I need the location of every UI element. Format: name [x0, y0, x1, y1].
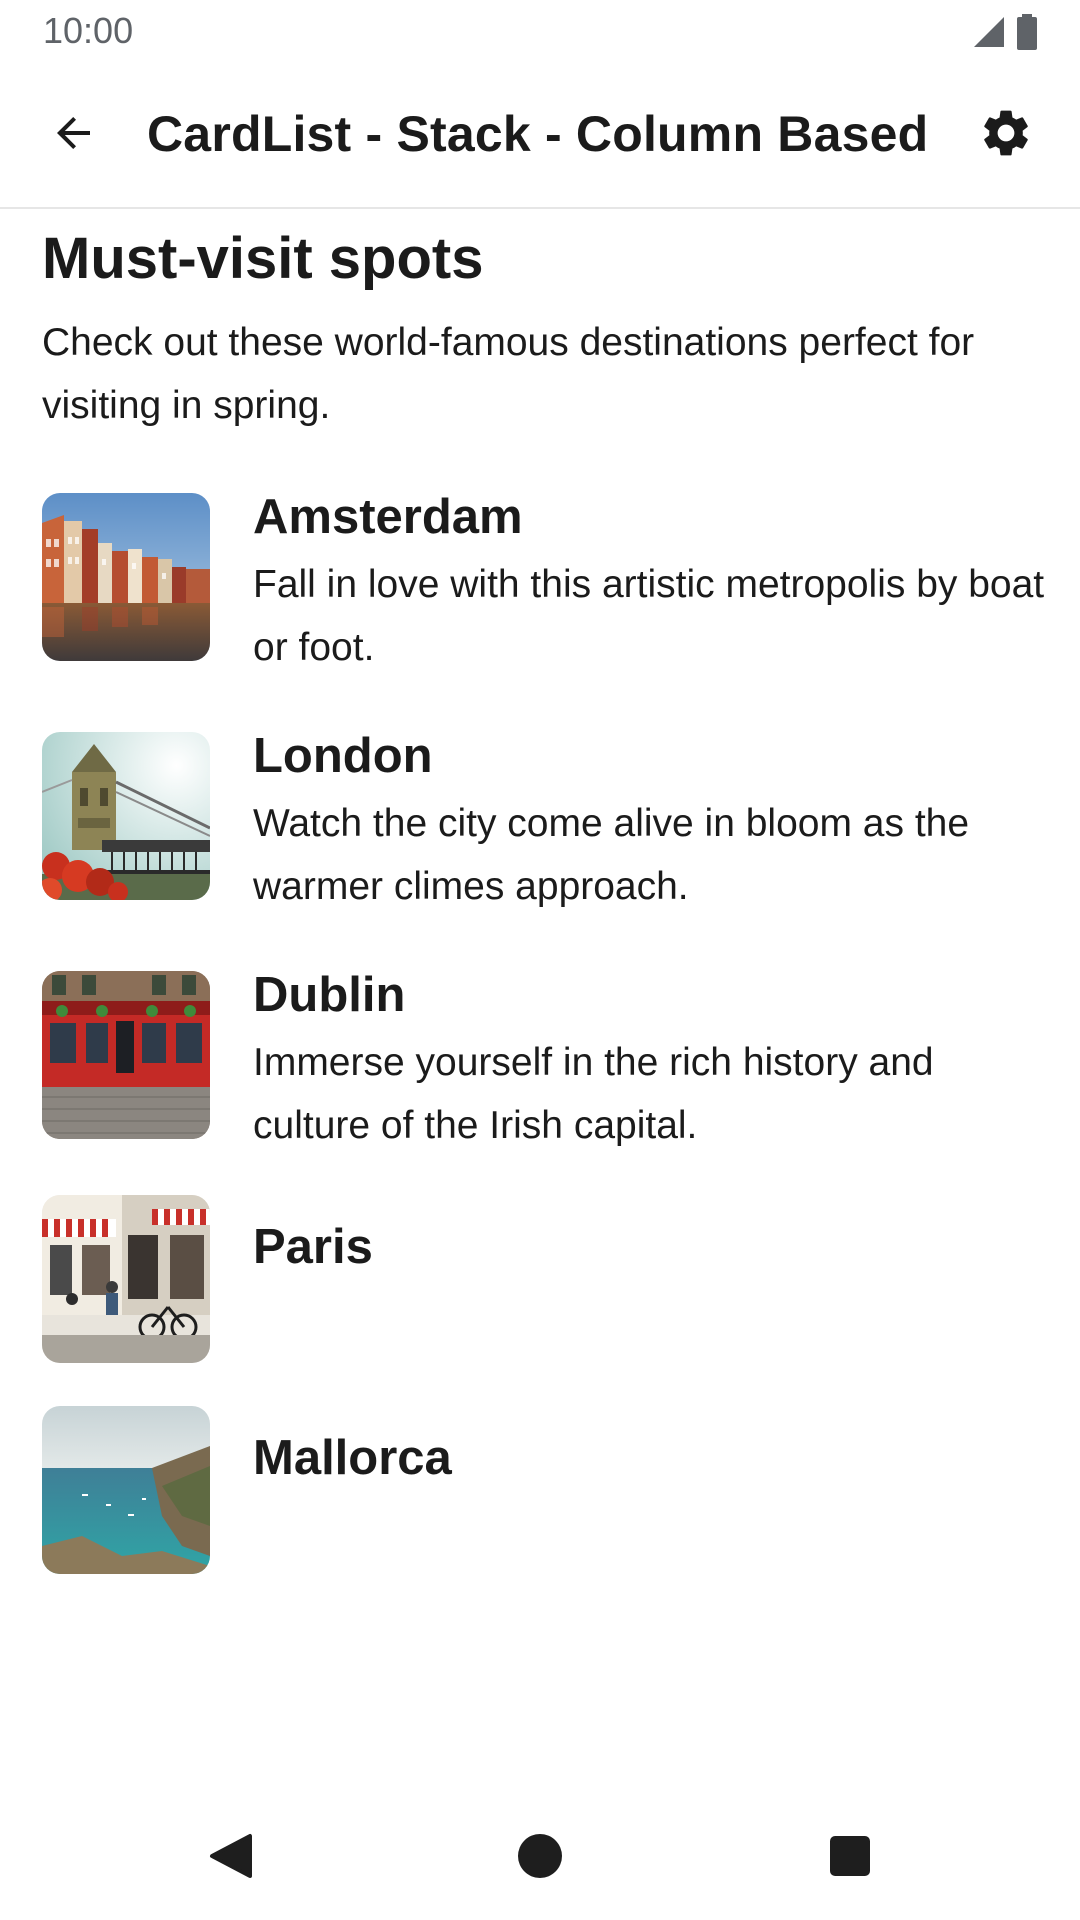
section-title: Must-visit spots	[42, 226, 484, 291]
nav-home-button[interactable]	[510, 1828, 570, 1888]
nav-recents-button[interactable]	[820, 1828, 880, 1888]
nav-home-icon	[516, 1832, 564, 1885]
top-app-bar: CardList - Stack - Column Based	[0, 63, 1080, 209]
app-bar-title: CardList - Stack - Column Based	[147, 106, 929, 162]
card-paris[interactable]: Paris	[42, 1195, 1042, 1363]
section-description: Check out these world-famous destination…	[42, 321, 975, 427]
paris-image	[42, 1195, 210, 1363]
status-icons	[972, 14, 1038, 55]
nav-back-icon	[206, 1832, 254, 1885]
card-title: Paris	[253, 1220, 373, 1274]
nav-back-button[interactable]	[200, 1828, 260, 1888]
card-title: Mallorca	[253, 1431, 452, 1485]
card-dublin[interactable]: Dublin Immerse yourself in the rich hist…	[42, 968, 1042, 1147]
status-bar: 10:00	[0, 0, 1080, 63]
dublin-image	[42, 971, 210, 1139]
card-mallorca[interactable]: Mallorca	[42, 1406, 1042, 1574]
card-description: Immerse yourself in the rich history and…	[253, 1041, 934, 1147]
gear-icon	[978, 105, 1034, 166]
card-title: London	[253, 729, 433, 783]
mallorca-image	[42, 1406, 210, 1574]
card-description: Watch the city come alive in bloom as th…	[253, 802, 970, 908]
card-title: Dublin	[253, 968, 406, 1022]
screen: 10:00 CardList - Stack - Column Based Mu…	[0, 0, 1080, 1920]
arrow-back-icon	[50, 109, 98, 162]
battery-icon	[1016, 14, 1038, 55]
settings-button[interactable]	[974, 103, 1038, 167]
status-time: 10:00	[43, 10, 134, 51]
card-amsterdam[interactable]: Amsterdam Fall in love with this artisti…	[42, 490, 1044, 669]
card-london[interactable]: London Watch the city come alive in bloo…	[42, 729, 1042, 908]
london-image	[42, 732, 210, 900]
nav-recents-icon	[828, 1834, 872, 1883]
signal-icon	[972, 15, 1006, 54]
amsterdam-image	[42, 493, 210, 661]
card-title: Amsterdam	[253, 490, 523, 544]
card-description: Fall in love with this artistic metropol…	[253, 563, 1045, 669]
system-nav-bar	[0, 1800, 1080, 1920]
back-button[interactable]	[42, 103, 106, 167]
